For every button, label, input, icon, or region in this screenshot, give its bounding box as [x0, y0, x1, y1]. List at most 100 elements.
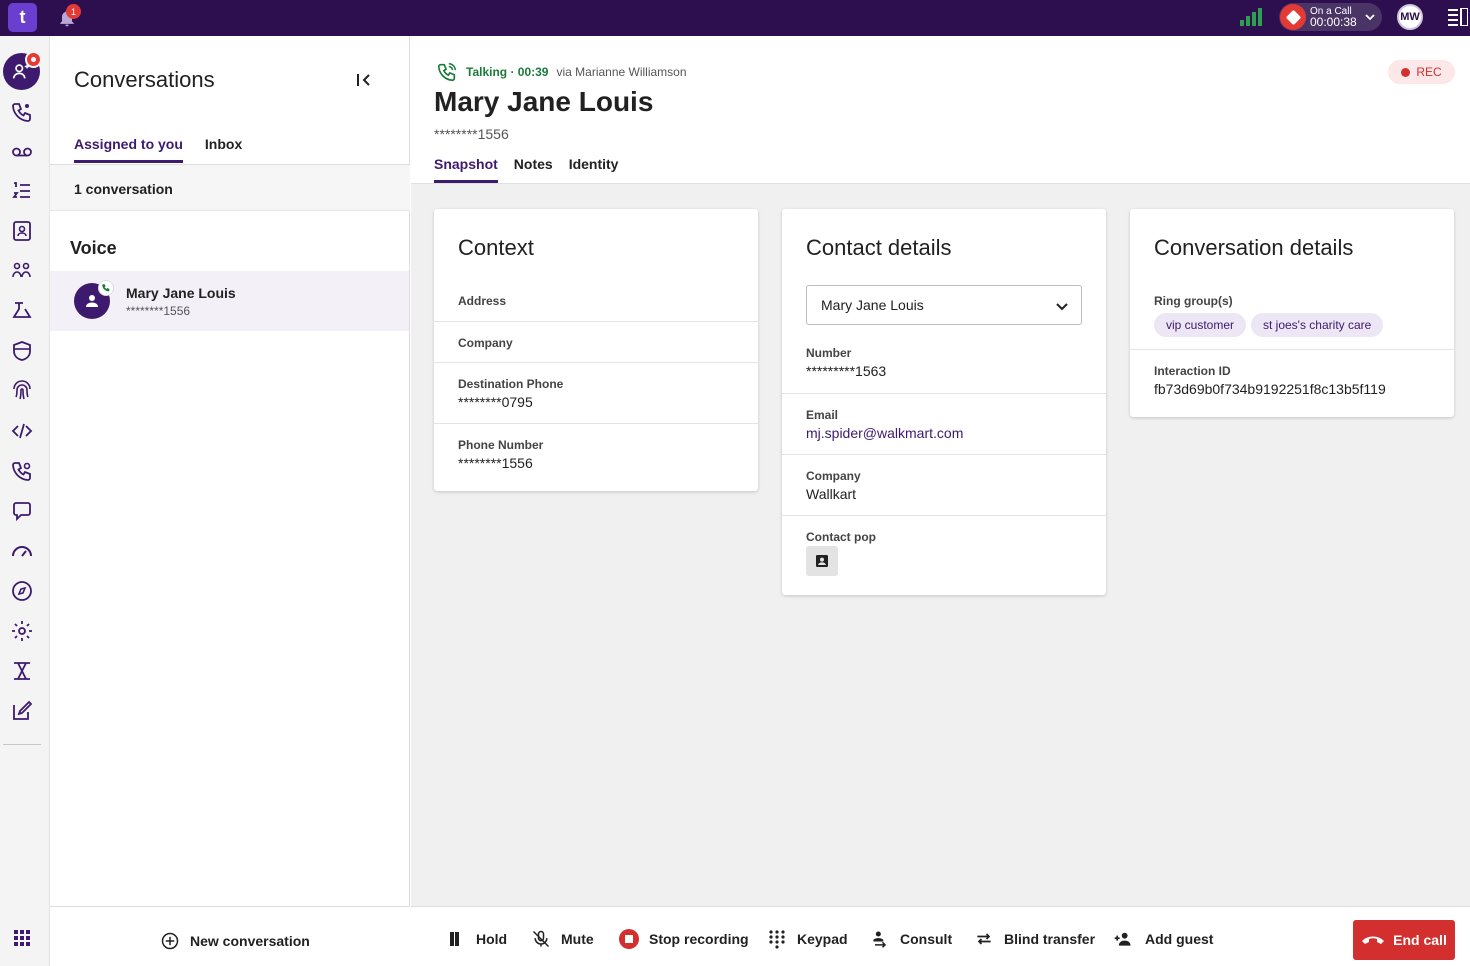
ring-group-chip: vip customer: [1154, 313, 1247, 337]
blind-transfer-button[interactable]: Blind transfer: [974, 929, 1095, 949]
user-avatar[interactable]: MW: [1397, 4, 1423, 30]
conversation-count: 1 conversation: [50, 165, 410, 211]
record-dot-icon: [1401, 67, 1411, 77]
active-call-badge: [98, 280, 114, 296]
contact-company-value: Wallkart: [806, 486, 857, 502]
number-label: Number: [806, 346, 852, 360]
consult-label: Consult: [900, 931, 953, 947]
settings-icon: [12, 621, 32, 641]
add-person-icon: [1114, 932, 1131, 946]
nav-explore[interactable]: [10, 579, 34, 603]
conversation-details-card: Conversation details Ring group(s) vip c…: [1130, 209, 1454, 417]
phone-settings-icon: [12, 462, 31, 481]
voice-section-heading: Voice: [70, 238, 117, 258]
conversation-list-item[interactable]: Mary Jane Louis ********1556: [50, 271, 409, 331]
contact-select[interactable]: Mary Jane Louis: [806, 285, 1082, 325]
stop-record-icon: [619, 929, 639, 949]
end-call-button[interactable]: End call: [1353, 920, 1455, 960]
nav-routing[interactable]: [10, 659, 34, 683]
mic-off-icon: [532, 930, 550, 948]
signal-strength-icon: [1240, 8, 1262, 26]
ring-group-chip: st joes's charity care: [1251, 313, 1384, 337]
hold-button[interactable]: Hold: [446, 929, 507, 949]
ring-groups-label: Ring group(s): [1154, 294, 1233, 308]
contacts-icon: [13, 221, 31, 241]
conversations-title: Conversations: [74, 67, 215, 92]
recording-badge[interactable]: REC: [1388, 60, 1455, 84]
context-card-title: Context: [458, 235, 534, 260]
app-logo[interactable]: t: [8, 3, 37, 32]
company-field: Company: [434, 321, 758, 362]
contact-pop-button[interactable]: [806, 546, 838, 576]
interaction-id-value: fb73d69b0f734b9192251f8c13b5f119: [1154, 381, 1386, 397]
phone-call-icon: [102, 284, 110, 292]
destination-phone-field: Destination Phone ********0795: [434, 362, 758, 423]
contact-company-label: Company: [806, 469, 861, 483]
new-conversation-button[interactable]: New conversation: [160, 931, 310, 951]
nav-chat[interactable]: [10, 499, 34, 523]
consult-button[interactable]: Consult: [870, 929, 952, 949]
stop-recording-button[interactable]: Stop recording: [619, 929, 749, 949]
contact-phone-number: ********1556: [434, 126, 509, 142]
nav-contacts[interactable]: [10, 219, 34, 243]
email-label: Email: [806, 408, 839, 422]
end-call-label: End call: [1393, 932, 1447, 948]
phone-number-value: ********1556: [458, 455, 533, 471]
destination-phone-label: Destination Phone: [458, 377, 564, 391]
nav-phone-network[interactable]: [10, 100, 34, 124]
add-guest-button[interactable]: Add guest: [1111, 929, 1213, 949]
stop-recording-label: Stop recording: [649, 931, 749, 947]
notification-badge: 1: [66, 4, 81, 19]
collapse-panel-icon[interactable]: [355, 71, 373, 89]
destination-phone-value: ********0795: [458, 394, 533, 410]
top-bar: t 1 On a Call 00:00:38 MW: [0, 0, 1470, 36]
on-call-indicator[interactable]: On a Call 00:00:38: [1279, 3, 1382, 31]
routing-icon: [14, 662, 30, 680]
nav-developer[interactable]: [10, 419, 34, 443]
nav-dashboard[interactable]: [10, 539, 34, 563]
talking-status: Talking · 00:39: [466, 65, 549, 79]
address-label: Address: [458, 294, 507, 308]
edit-icon: [13, 700, 33, 720]
mute-label: Mute: [561, 931, 594, 947]
nav-badge: [25, 51, 42, 68]
contact-details-title: Contact details: [806, 235, 952, 260]
recording-indicator-icon: [1280, 4, 1306, 30]
tab-snapshot[interactable]: Snapshot: [434, 156, 498, 183]
conversation-header: Talking · 00:39 via Marianne Williamson …: [411, 36, 1470, 184]
chevron-down-icon: [1365, 14, 1375, 21]
contact-details-card: Contact details Mary Jane Louis Number *…: [782, 209, 1106, 595]
side-panel-icon[interactable]: [1448, 8, 1468, 26]
tab-inbox[interactable]: Inbox: [205, 136, 242, 163]
pause-icon: [450, 932, 459, 946]
rec-label: REC: [1416, 65, 1442, 79]
tab-assigned-to-you[interactable]: Assigned to you: [74, 136, 183, 163]
tab-notes[interactable]: Notes: [514, 156, 553, 183]
via-agent: via Marianne Williamson: [556, 65, 687, 79]
company-label: Company: [458, 336, 513, 350]
nav-flow[interactable]: [10, 299, 34, 323]
nav-phone-settings[interactable]: [10, 459, 34, 483]
nav-identity[interactable]: [10, 379, 34, 403]
contact-pop-label: Contact pop: [806, 530, 876, 544]
fingerprint-icon: [13, 380, 31, 400]
nav-task-list[interactable]: [10, 179, 34, 203]
email-link[interactable]: mj.spider@walkmart.com: [806, 425, 963, 441]
nav-settings[interactable]: [10, 619, 34, 643]
mute-button[interactable]: Mute: [531, 929, 594, 949]
context-card: Context Address Company Destination Phon…: [434, 209, 758, 491]
call-status: Talking · 00:39 via Marianne Williamson: [436, 61, 687, 83]
nav-voicemail[interactable]: [10, 140, 34, 164]
contact-company-field: Company Wallkart: [782, 454, 1106, 515]
nav-apps[interactable]: [10, 926, 34, 950]
hold-label: Hold: [476, 931, 508, 947]
nav-edit[interactable]: [10, 699, 34, 723]
tab-identity[interactable]: Identity: [569, 156, 619, 183]
conversation-contact-name: Mary Jane Louis: [126, 285, 236, 301]
add-circle-icon: [161, 932, 179, 950]
chevron-down-icon: [1056, 303, 1068, 311]
keypad-button[interactable]: Keypad: [767, 929, 848, 949]
nav-teams[interactable]: [10, 259, 34, 283]
add-guest-label: Add guest: [1145, 931, 1214, 947]
nav-security[interactable]: [10, 339, 34, 363]
